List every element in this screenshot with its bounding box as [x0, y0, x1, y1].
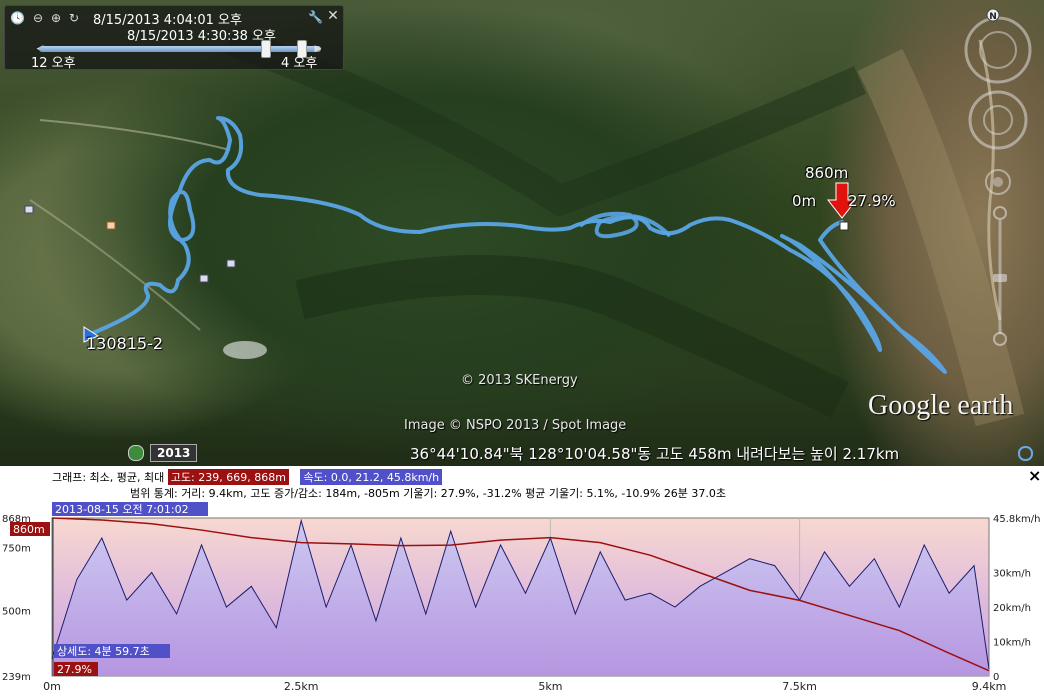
google-earth-logo: Google earth — [868, 390, 1014, 421]
compass-ring-icon: N — [964, 8, 1032, 84]
time-slider-track[interactable] — [39, 46, 321, 52]
timestamp-label: 2013-08-15 오전 7:01:02 — [55, 503, 189, 516]
speed-tick-label: 30km/h — [993, 569, 1031, 580]
distance-tick-label: 9.4km — [972, 680, 1007, 693]
elevation-profile-panel: 그래프: 최소, 평균, 최대 고도: 239, 669, 868m 속도: 0… — [0, 466, 1044, 696]
refresh-icon[interactable]: ↻ — [67, 11, 81, 25]
coordinates-readout: 36°44'10.84"북 128°10'04.58"동 고도 458m 내려다… — [410, 445, 900, 463]
elapsed-label: 상세도: 4분 59.7초 — [57, 645, 150, 658]
look-joystick-icon — [968, 90, 1028, 150]
svg-text:N: N — [989, 12, 997, 22]
time-range-end: 8/15/2013 4:30:38 오후 — [127, 29, 276, 44]
place-icon — [106, 221, 116, 230]
streaming-indicator-icon — [1018, 446, 1033, 461]
copyright-text: © 2013 SKEnergy — [461, 373, 578, 388]
place-icon — [226, 259, 236, 268]
clock-icon[interactable]: 🕓 — [10, 11, 25, 25]
end-point-marker — [839, 221, 849, 231]
map-view[interactable]: 🕓 ⊖ ⊕ ↻ 8/15/2013 4:04:01 오후 8/15/2013 4… — [0, 0, 1044, 466]
wrench-icon[interactable]: 🔧 — [308, 10, 323, 24]
place-icon — [24, 205, 34, 214]
distance-tick-label: 5km — [538, 680, 562, 693]
marker-slope-label: 27.9% — [848, 192, 896, 210]
zoom-slider-icon — [993, 206, 1007, 346]
altitude-tick-label: 750m — [2, 544, 31, 555]
navigation-controls[interactable]: N — [962, 6, 1034, 346]
distance-tick-label: 0m — [43, 680, 61, 693]
track-name-label[interactable]: 130815-2 — [86, 334, 163, 353]
speed-tick-label: 45.8km/h — [993, 514, 1041, 525]
time-slider-panel: 🕓 ⊖ ⊕ ↻ 8/15/2013 4:04:01 오후 8/15/2013 4… — [4, 5, 344, 71]
zoom-in-icon[interactable]: ⊕ — [49, 11, 63, 25]
timeline-left-tick: 12 오후 — [31, 56, 76, 71]
close-icon[interactable]: ✕ — [326, 9, 340, 23]
distance-tick-label: 2.5km — [284, 680, 319, 693]
altitude-tick-label: 500m — [2, 606, 31, 617]
image-credit-text: Image © NSPO 2013 / Spot Image — [404, 418, 627, 433]
move-joystick-icon — [985, 169, 1011, 195]
marker-altitude-label: 860m — [805, 164, 849, 182]
zoom-out-icon[interactable]: ⊖ — [31, 11, 45, 25]
marker-distance-label: 0m — [792, 192, 817, 210]
timeline-right-tick: 4 오후 — [281, 56, 318, 71]
status-bar: 36°44'10.84"북 128°10'04.58"동 고도 458m 내려다… — [0, 438, 1044, 466]
speed-tick-label: 20km/h — [993, 603, 1031, 614]
elevation-speed-chart[interactable]: 868m750m500m239m45.8km/h30km/h20km/h10km… — [0, 466, 1044, 696]
distance-tick-label: 7.5km — [782, 680, 817, 693]
time-slider-thumb-start[interactable] — [260, 40, 271, 58]
slope-cursor-label: 27.9% — [57, 663, 92, 676]
place-icon — [199, 274, 209, 283]
altitude-tick-label: 239m — [2, 672, 31, 683]
altitude-cursor-label: 860m — [13, 523, 45, 536]
speed-tick-label: 10km/h — [993, 638, 1031, 649]
